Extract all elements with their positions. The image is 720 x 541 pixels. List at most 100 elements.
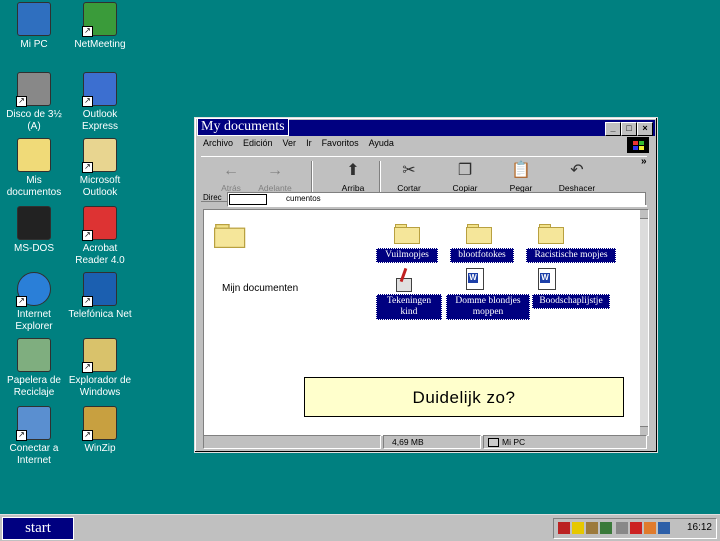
toolbar-button-paste[interactable]: 📋 Pegar [501,159,541,193]
antivirus-icon[interactable] [558,522,570,534]
desktop-icon-internet-explorer[interactable]: ↗ Internet Explorer [2,272,66,333]
folder-icon [538,224,564,244]
desktop-icon-winzip[interactable]: ↗ WinZip [68,406,132,455]
outlook-express-icon: ↗ [82,72,117,107]
desktop-icon-msdos[interactable]: MS-DOS [2,206,66,255]
tray-app-icon-2[interactable] [658,522,670,534]
shortcut-arrow-icon: ↗ [16,430,27,441]
tray-app-icon[interactable] [572,522,584,534]
folder-icon [466,224,492,244]
desktop-icon-connect[interactable]: ↗ Conectar a Internet [2,406,66,467]
menu-item[interactable]: Ayuda [369,138,394,148]
pencil-icon[interactable] [586,522,598,534]
menu-item[interactable]: Favoritos [322,138,359,148]
callout-box: Duidelijk zo? [304,377,624,417]
desktop-icon-label: Telefónica Net [68,309,132,320]
scroll-up-icon[interactable] [640,210,648,219]
side-panel: Mijn documenten [212,248,324,298]
scroll-down-icon[interactable] [640,426,648,435]
status-location-cell: Mi PC [483,435,647,449]
desktop-icon-netmeeting[interactable]: ↗ NetMeeting [68,2,132,51]
menu-item[interactable]: Archivo [203,138,233,148]
shortcut-arrow-icon: ↗ [16,96,27,107]
netmeeting-icon: ↗ [82,2,117,37]
side-label: Mijn documenten [222,283,299,294]
address-bar: Direc cumentos [201,190,654,208]
recycle-bin-icon [17,338,51,372]
status-bar: 4,69 MB Mi PC [201,435,653,449]
desktop-icon-label: Mis documentos [6,175,62,198]
folder-item-label: Vuilmopjes [376,248,438,263]
toolbar-chevron-icon[interactable]: » [641,156,647,167]
desktop-icon-label: Acrobat Reader 4.0 [75,243,125,266]
desktop-icon-explorer[interactable]: ↗ Explorador de Windows [68,338,132,399]
toolbar-button-undo[interactable]: ↶ Deshacer [557,159,597,193]
taskbar: start 16:12 [0,514,720,541]
internet-explorer-icon: ↗ [16,272,51,307]
address-input[interactable]: cumentos [227,192,647,207]
floppy-drive-icon: ↗ [16,72,51,107]
desktop-icon-label: Microsoft Outlook [79,175,121,198]
windows-logo-icon [627,137,649,153]
shortcut-arrow-icon: ↗ [82,296,93,307]
stop-icon[interactable] [630,522,642,534]
minimize-button[interactable]: _ [605,122,621,136]
start-button[interactable]: start [2,517,74,540]
computer-small-icon [488,438,499,448]
desktop-icon-label: WinZip [84,443,116,454]
undo-icon: ↶ [570,162,584,179]
toolbar-button-forward-arrow[interactable]: → Adelante [255,159,295,193]
winzip-tray-icon[interactable] [644,522,656,534]
desktop-icon-outlook[interactable]: ↗ Microsoft Outlook [68,138,132,199]
word-document-icon: W [538,268,556,290]
desktop-icon-label: Outlook Express [81,109,119,132]
back-arrow-icon: ← [223,162,239,179]
desktop-icon-acrobat[interactable]: ↗ Acrobat Reader 4.0 [68,206,132,267]
folder-icon [394,224,420,244]
desktop-icon-floppy-drive[interactable]: ↗ Disco de 3½ (A) [2,72,66,133]
folder-item-label: Boodschaplijstje [532,294,610,309]
forward-arrow-icon: → [267,162,283,179]
folder-item-label: Racistische mopjes [526,248,616,263]
address-dropdown-icon[interactable] [645,192,654,205]
menu-item[interactable]: Ver [283,138,297,148]
shortcut-arrow-icon: ↗ [82,430,93,441]
toolbar-button-back-arrow[interactable]: ← Atrás [211,159,251,193]
scrollbar[interactable] [640,210,648,435]
big-folder-icon [214,224,246,248]
window-title: My documents [197,118,289,136]
toolbar-button-scissors[interactable]: ✂ Cortar [389,159,429,193]
desktop-icon-label: Internet Explorer [15,309,53,332]
desktop-icon-outlook-express[interactable]: ↗ Outlook Express [68,72,132,133]
menu-item[interactable]: Edición [243,138,273,148]
network-icon[interactable] [600,522,612,534]
maximize-button[interactable]: □ [621,122,637,136]
shortcut-arrow-icon: ↗ [82,26,93,37]
folder-item-label: Tekeningen kind [376,294,442,320]
shortcut-arrow-icon: ↗ [16,296,27,307]
desktop-icon-folder[interactable]: Mis documentos [2,138,66,199]
paste-icon: 📋 [511,162,531,179]
shortcut-arrow-icon: ↗ [82,362,93,373]
word-document-icon: W [466,268,484,290]
desktop-icon-label: Mi PC [20,39,48,50]
msdos-icon [17,206,51,240]
menu-item[interactable]: Ir [306,138,312,148]
shortcut-arrow-icon: ↗ [82,96,93,107]
toolbar-button-up-folder[interactable]: ⬆ Arriba [333,159,373,193]
desktop-icon-telefonica-net[interactable]: ↗ Telefónica Net [68,272,132,321]
close-button[interactable]: × [637,122,653,136]
desktop-icon-label: Disco de 3½ (A) [6,109,62,132]
desktop-icon-label: NetMeeting [74,39,126,50]
folder-view: Mijn documenten Vuilmopjes blootfotokes Ra… [203,209,649,436]
toolbar-button-copy[interactable]: ❐ Copiar [445,159,485,193]
folder-icon [17,138,51,172]
desktop-icon-computer[interactable]: Mi PC [2,2,66,51]
desktop-icon-label: Explorador de Windows [68,375,132,398]
status-size: 4,69 MB [392,437,424,447]
speaker-icon[interactable] [616,522,628,534]
address-label: Direc [203,193,222,202]
desktop-icon-recycle-bin[interactable]: Papelera de Reciclaje [2,338,66,399]
winzip-icon: ↗ [82,406,117,441]
address-folder-icon [229,194,267,205]
